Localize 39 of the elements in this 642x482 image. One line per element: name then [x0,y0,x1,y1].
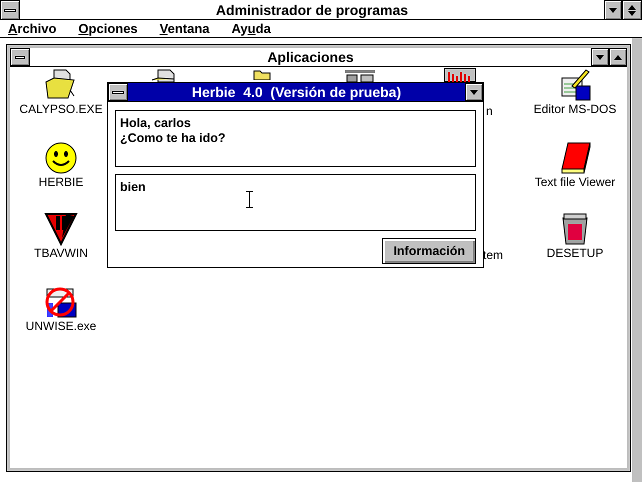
no-sign-icon[interactable] [44,285,78,319]
text-cursor-icon [246,191,253,208]
up-arrow-icon [614,54,622,60]
down-arrow-icon [470,90,478,94]
icon-label: tem [483,248,504,262]
message-line: ¿Como te ha ido? [120,131,227,146]
menu-item[interactable]: Ayuda [232,20,271,37]
bar-chart-icon[interactable] [444,68,476,82]
icon-label: UNWISE.exe [26,319,96,333]
icon-label: Text file Viewer [534,175,616,189]
maximize-button[interactable] [609,48,627,66]
minimize-button[interactable] [604,0,622,20]
icon-label: HERBIE [38,175,84,189]
message-line: Hola, carlos [120,116,192,131]
icon-label: TBAVWIN [34,246,88,260]
shield-icon[interactable] [44,212,78,246]
menu-item[interactable]: Ventana [160,20,210,37]
info-button[interactable]: Información [382,238,476,264]
system-menu-button[interactable] [108,83,128,101]
menu-item[interactable]: Archivo [8,20,56,37]
minimize-button[interactable] [591,48,609,66]
group-title: Aplicaciones [266,48,355,66]
system-menu-button[interactable] [0,0,20,20]
system-menu-button[interactable] [10,48,30,66]
icon-label: Editor MS-DOS [534,102,616,116]
restore-button[interactable] [622,0,642,20]
menu-item[interactable]: Opciones [78,20,138,37]
dialog-title: Herbie 4.0 (Versión de prueba) [190,83,402,101]
icon-label: CALYPSO.EXE [19,102,103,116]
up-arrow-icon [628,4,636,10]
smiley-icon[interactable] [44,141,78,175]
reply-field[interactable]: bien [115,174,476,231]
icon-label: DESETUP [546,246,604,260]
icon-label: n [486,104,493,118]
down-arrow-icon [628,10,636,16]
down-arrow-icon [596,54,604,60]
window-title: Administrador de programas [214,1,410,19]
down-arrow-icon [609,8,617,12]
minimize-button[interactable] [465,83,483,101]
